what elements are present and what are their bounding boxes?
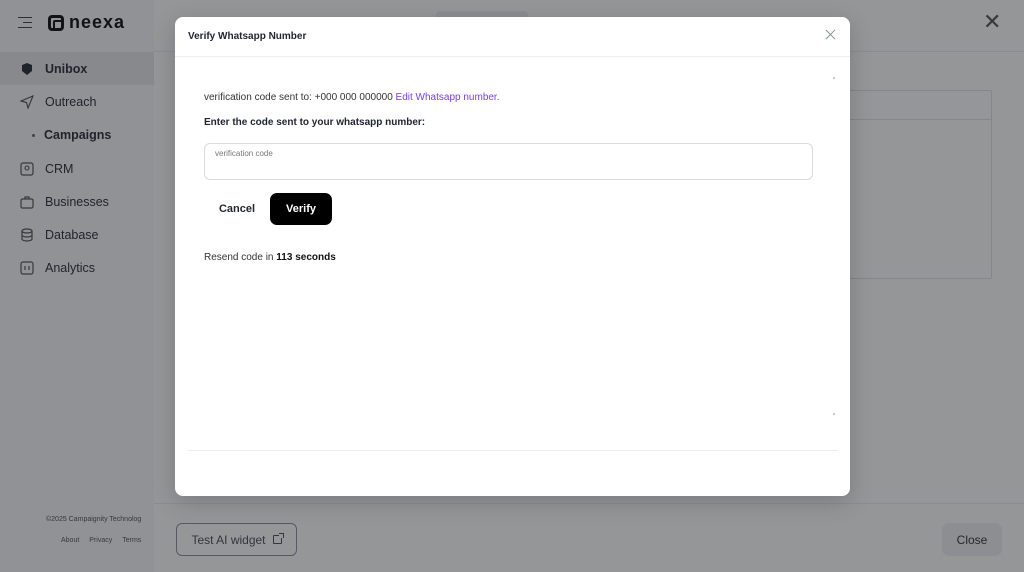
modal-footer-divider <box>187 450 838 451</box>
resend-countdown: Resend code in 113 seconds <box>204 252 336 263</box>
resend-prefix: Resend code in <box>204 252 274 263</box>
modal-title: Verify Whatsapp Number <box>188 31 307 42</box>
sent-prefix: verification code sent to: <box>204 92 312 103</box>
modal-header: Verify Whatsapp Number <box>175 17 850 57</box>
close-icon[interactable] <box>824 28 838 42</box>
verify-whatsapp-modal: Verify Whatsapp Number verification code… <box>175 17 850 496</box>
verification-code-label: verification code <box>215 149 273 158</box>
verification-code-field[interactable]: verification code <box>204 143 813 180</box>
verification-sent-text: verification code sent to: +000 000 0000… <box>204 92 500 103</box>
cancel-button[interactable]: Cancel <box>208 193 266 225</box>
scroll-indicator-top <box>833 77 835 79</box>
resend-time: 113 seconds <box>276 252 336 263</box>
verify-button[interactable]: Verify <box>270 193 332 225</box>
edit-whatsapp-link[interactable]: Edit Whatsapp number. <box>396 92 500 103</box>
enter-code-label: Enter the code sent to your whatsapp num… <box>204 117 426 128</box>
phone-number: +000 000 000000 <box>314 92 393 103</box>
scroll-indicator-bottom <box>833 413 835 415</box>
verification-code-input[interactable] <box>214 161 794 177</box>
